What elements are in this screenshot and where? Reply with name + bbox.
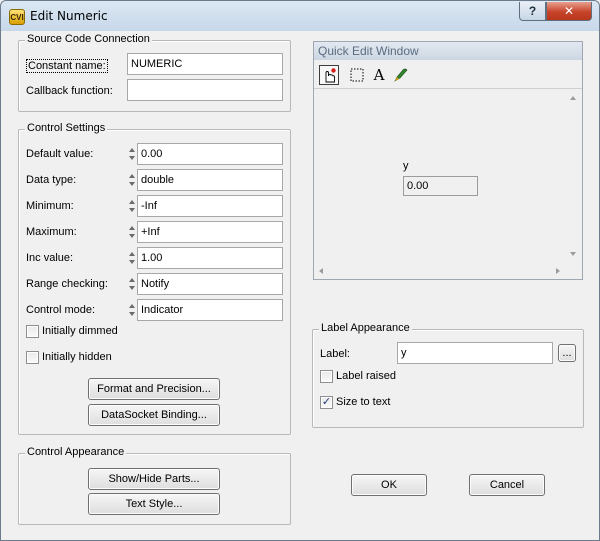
- control-mode-spinner[interactable]: [127, 299, 136, 321]
- quick-edit-window: Quick Edit Window A y 0.00: [313, 41, 583, 280]
- cvi-app-icon: CVI: [9, 9, 25, 25]
- cancel-button[interactable]: Cancel: [469, 474, 545, 496]
- scroll-right-icon[interactable]: [556, 268, 560, 274]
- callback-function-field[interactable]: [127, 79, 283, 101]
- preview-numeric-indicator: 0.00: [403, 176, 478, 196]
- minimum-field[interactable]: -Inf: [137, 195, 283, 217]
- callback-function-label: Callback function:: [26, 85, 113, 97]
- select-tool-icon[interactable]: [347, 65, 367, 85]
- quick-edit-toolbar: A: [314, 61, 582, 89]
- source-code-legend: Source Code Connection: [25, 33, 152, 45]
- data-type-field[interactable]: double: [137, 169, 283, 191]
- help-button[interactable]: ?: [519, 2, 546, 21]
- initially-hidden-label: Initially hidden: [42, 351, 112, 363]
- ok-button[interactable]: OK: [351, 474, 427, 496]
- text-style-button[interactable]: Text Style...: [88, 493, 220, 515]
- color-tool-icon[interactable]: [391, 65, 411, 85]
- maximum-field[interactable]: +Inf: [137, 221, 283, 243]
- initially-hidden-checkbox[interactable]: [26, 351, 39, 364]
- inc-value-field[interactable]: 1.00: [137, 247, 283, 269]
- size-to-text-checkbox[interactable]: ✓: [320, 396, 333, 409]
- label-raised-label: Label raised: [336, 370, 396, 382]
- scroll-down-icon[interactable]: [570, 252, 576, 256]
- size-to-text-label: Size to text: [336, 396, 391, 408]
- preview-label: y: [403, 160, 409, 172]
- horizontal-scrollbar[interactable]: [316, 265, 566, 277]
- control-settings-legend: Control Settings: [25, 122, 108, 134]
- inc-value-spinner[interactable]: [127, 247, 136, 269]
- edit-numeric-dialog: CVI Edit Numeric ? ✕ Source Code Connect…: [0, 0, 600, 541]
- window-title: Edit Numeric: [30, 9, 108, 23]
- constant-name-label: Constant name:: [26, 59, 108, 73]
- show-hide-parts-button[interactable]: Show/Hide Parts...: [88, 468, 220, 490]
- vertical-scrollbar[interactable]: [567, 92, 579, 262]
- control-appearance-legend: Control Appearance: [25, 446, 127, 458]
- initially-dimmed-checkbox[interactable]: [26, 325, 39, 338]
- range-checking-field[interactable]: Notify: [137, 273, 283, 295]
- control-mode-field[interactable]: Indicator: [137, 299, 283, 321]
- label-browse-button[interactable]: ...: [558, 344, 576, 362]
- scroll-left-icon[interactable]: [319, 268, 323, 274]
- default-value-field[interactable]: 0.00: [137, 143, 283, 165]
- source-code-connection-group: Source Code Connection: [18, 33, 291, 112]
- data-type-label: Data type:: [26, 174, 77, 186]
- default-value-label: Default value:: [26, 148, 94, 160]
- initially-dimmed-label: Initially dimmed: [42, 325, 118, 337]
- constant-name-field[interactable]: NUMERIC: [127, 53, 283, 75]
- control-mode-label: Control mode:: [26, 304, 96, 316]
- minimum-spinner[interactable]: [127, 195, 136, 217]
- label-text-field[interactable]: y: [397, 342, 553, 364]
- maximum-spinner[interactable]: [127, 221, 136, 243]
- maximum-label: Maximum:: [26, 226, 77, 238]
- data-type-spinner[interactable]: [127, 169, 136, 191]
- quick-edit-title: Quick Edit Window: [314, 42, 582, 60]
- scroll-up-icon[interactable]: [570, 96, 576, 100]
- text-tool-icon[interactable]: A: [369, 65, 389, 85]
- title-bar: CVI Edit Numeric ? ✕: [1, 1, 599, 31]
- range-checking-label: Range checking:: [26, 278, 108, 290]
- label-field-label: Label:: [320, 348, 350, 360]
- range-checking-spinner[interactable]: [127, 273, 136, 295]
- default-value-spinner[interactable]: [127, 143, 136, 165]
- label-appearance-legend: Label Appearance: [319, 322, 412, 334]
- close-button[interactable]: ✕: [546, 2, 592, 21]
- minimum-label: Minimum:: [26, 200, 74, 212]
- quick-edit-canvas: y 0.00: [315, 90, 581, 279]
- inc-value-label: Inc value:: [26, 252, 74, 264]
- operate-tool-icon[interactable]: [319, 65, 339, 85]
- format-and-precision-button[interactable]: Format and Precision...: [88, 378, 220, 400]
- datasocket-binding-button[interactable]: DataSocket Binding...: [88, 404, 220, 426]
- label-raised-checkbox[interactable]: [320, 370, 333, 383]
